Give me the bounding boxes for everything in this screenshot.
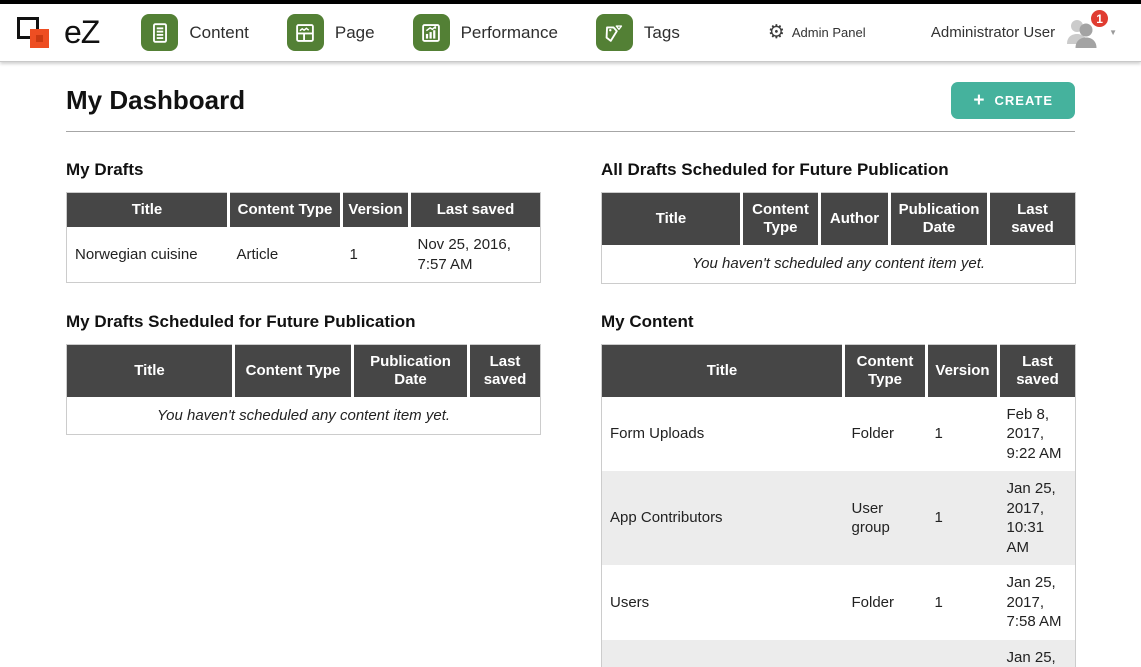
table-row[interactable]: Form UploadsFolder1Feb 8, 2017, 9:22 AM: [602, 397, 1076, 472]
table-cell: App Contributors: [602, 471, 844, 565]
column-header: Last saved: [469, 344, 541, 397]
page-title: My Dashboard: [66, 85, 245, 116]
section-all-drafts-scheduled: All Drafts Scheduled for Future Publicat…: [601, 132, 1076, 284]
table-cell: App: [602, 640, 844, 667]
section-my-content: My Content TitleContent TypeVersionLast …: [601, 284, 1076, 667]
section-heading: All Drafts Scheduled for Future Publicat…: [601, 160, 1076, 180]
nav-label: Tags: [644, 23, 680, 43]
table-cell: 1: [927, 640, 999, 667]
top-bar: eZ Content: [0, 4, 1141, 62]
section-heading: My Content: [601, 312, 1076, 332]
table-cell: Jan 25, 2017, 7:55 AM: [999, 640, 1076, 667]
column-header: Publication Date: [890, 193, 989, 246]
table-cell: User group: [844, 471, 927, 565]
table-cell: Jan 25, 2017, 7:58 AM: [999, 565, 1076, 640]
column-header: Version: [927, 344, 999, 397]
column-header: Publication Date: [353, 344, 469, 397]
table-cell: Folder: [844, 565, 927, 640]
chevron-down-icon: ▼: [1109, 28, 1117, 37]
nav-item-page[interactable]: Page: [287, 14, 375, 51]
user-menu[interactable]: Administrator User 1 ▼: [931, 17, 1117, 48]
table-header-row: TitleContent TypeAuthorPublication DateL…: [602, 193, 1076, 246]
table-header-row: TitleContent TypeVersionLast saved: [67, 193, 541, 228]
table-cell: 1: [927, 471, 999, 565]
page-header: My Dashboard + CREATE: [66, 62, 1075, 132]
admin-panel-label: Admin Panel: [792, 25, 866, 40]
table-cell: Jan 25, 2017, 10:31 AM: [999, 471, 1076, 565]
section-my-drafts: My Drafts TitleContent TypeVersionLast s…: [66, 132, 541, 283]
column-header: Title: [602, 344, 844, 397]
table-cell: Article: [229, 227, 342, 283]
gear-icon: ⚙: [768, 23, 785, 42]
app-logo[interactable]: eZ: [16, 14, 99, 52]
nav-label: Page: [335, 23, 375, 43]
section-my-drafts-scheduled: My Drafts Scheduled for Future Publicati…: [66, 284, 541, 436]
nav-label: Content: [189, 23, 249, 43]
column-header: Last saved: [999, 344, 1076, 397]
create-button[interactable]: + CREATE: [951, 82, 1075, 119]
column-header: Content Type: [229, 193, 342, 228]
empty-message: You haven't scheduled any content item y…: [67, 397, 541, 435]
user-avatar[interactable]: 1: [1064, 17, 1100, 48]
nav-item-content[interactable]: Content: [141, 14, 249, 51]
plus-icon: +: [973, 92, 984, 109]
create-button-label: CREATE: [995, 93, 1053, 108]
dashboard-grid: My Drafts TitleContent TypeVersionLast s…: [66, 132, 1075, 667]
column-header: Content Type: [844, 344, 927, 397]
table-row[interactable]: Norwegian cuisineArticle1Nov 25, 2016, 7…: [67, 227, 541, 283]
logo-text: eZ: [64, 14, 99, 51]
table-cell: Nov 25, 2016, 7:57 AM: [410, 227, 541, 283]
performance-icon: [413, 14, 450, 51]
admin-panel-button[interactable]: ⚙ Admin Panel: [768, 23, 866, 42]
section-heading: My Drafts: [66, 160, 541, 180]
table-cell: Folder: [844, 640, 927, 667]
page-icon: [287, 14, 324, 51]
table-cell: Users: [602, 565, 844, 640]
column-header: Author: [820, 193, 890, 246]
nav-item-tags[interactable]: Tags: [596, 14, 680, 51]
table-header-row: TitleContent TypeVersionLast saved: [602, 344, 1076, 397]
column-header: Title: [67, 344, 234, 397]
table-cell: Feb 8, 2017, 9:22 AM: [999, 397, 1076, 472]
table-header-row: TitleContent TypePublication DateLast sa…: [67, 344, 541, 397]
table-cell: Form Uploads: [602, 397, 844, 472]
my-drafts-scheduled-table: TitleContent TypePublication DateLast sa…: [66, 344, 541, 436]
my-drafts-table: TitleContent TypeVersionLast savedNorweg…: [66, 192, 541, 283]
nav-label: Performance: [461, 23, 558, 43]
table-cell: Norwegian cuisine: [67, 227, 229, 283]
column-header: Last saved: [410, 193, 541, 228]
table-row[interactable]: UsersFolder1Jan 25, 2017, 7:58 AM: [602, 565, 1076, 640]
table-cell: Folder: [844, 397, 927, 472]
my-content-table: TitleContent TypeVersionLast savedForm U…: [601, 344, 1076, 667]
table-row[interactable]: AppFolder1Jan 25, 2017, 7:55 AM: [602, 640, 1076, 667]
column-header: Content Type: [742, 193, 820, 246]
section-heading: My Drafts Scheduled for Future Publicati…: [66, 312, 541, 332]
content-icon: [141, 14, 178, 51]
table-cell: 1: [927, 397, 999, 472]
table-row[interactable]: App ContributorsUser group1Jan 25, 2017,…: [602, 471, 1076, 565]
column-header: Last saved: [989, 193, 1076, 246]
all-drafts-scheduled-table: TitleContent TypeAuthorPublication DateL…: [601, 192, 1076, 284]
column-header: Version: [342, 193, 410, 228]
table-cell: 1: [342, 227, 410, 283]
ez-logo-icon: [16, 14, 56, 52]
table-cell: 1: [927, 565, 999, 640]
column-header: Title: [67, 193, 229, 228]
notification-badge[interactable]: 1: [1090, 9, 1109, 28]
column-header: Content Type: [234, 344, 353, 397]
empty-row: You haven't scheduled any content item y…: [67, 397, 541, 435]
empty-row: You haven't scheduled any content item y…: [602, 245, 1076, 283]
dashboard-main: My Dashboard + CREATE My Drafts TitleCon…: [0, 62, 1141, 667]
column-header: Title: [602, 193, 742, 246]
tags-icon: [596, 14, 633, 51]
main-nav: Content Page: [141, 14, 680, 51]
empty-message: You haven't scheduled any content item y…: [602, 245, 1076, 283]
user-name: Administrator User: [931, 24, 1055, 41]
nav-item-performance[interactable]: Performance: [413, 14, 558, 51]
